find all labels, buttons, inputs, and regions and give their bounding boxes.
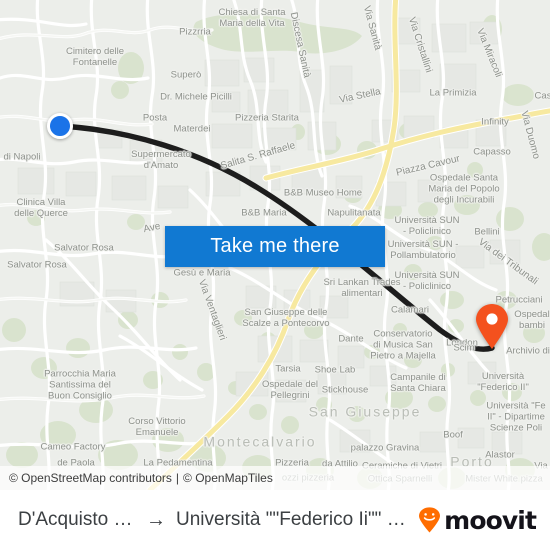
take-me-there-button[interactable]: Take me there <box>165 226 385 267</box>
moovit-wordmark: moovit <box>444 505 537 535</box>
moovit-map-widget: Cimitero delle Fontanelle Chiesa di Santa M… <box>0 0 550 550</box>
attribution-osm[interactable]: © OpenStreetMap contributors <box>9 471 172 485</box>
map-attribution: © OpenStreetMap contributors | © OpenMap… <box>0 466 550 490</box>
origin-marker[interactable] <box>47 113 73 139</box>
trip-destination-label[interactable]: Università ""Federico Ii"" - Plesso M... <box>176 509 410 531</box>
destination-marker[interactable] <box>474 304 510 350</box>
attribution-separator: | <box>175 471 180 485</box>
trip-arrow-icon: → <box>146 509 166 531</box>
attribution-openmaptiles[interactable]: © OpenMapTiles <box>183 471 273 485</box>
moovit-pin-icon <box>419 507 441 533</box>
map-container[interactable]: Cimitero delle Fontanelle Chiesa di Santa M… <box>0 0 550 490</box>
trip-footer: D'Acquisto - ... → Università ""Federico… <box>0 490 550 550</box>
trip-summary: D'Acquisto - ... → Università ""Federico… <box>18 509 410 531</box>
trip-origin-label[interactable]: D'Acquisto - ... <box>18 509 136 531</box>
moovit-logo[interactable]: moovit <box>418 505 537 535</box>
